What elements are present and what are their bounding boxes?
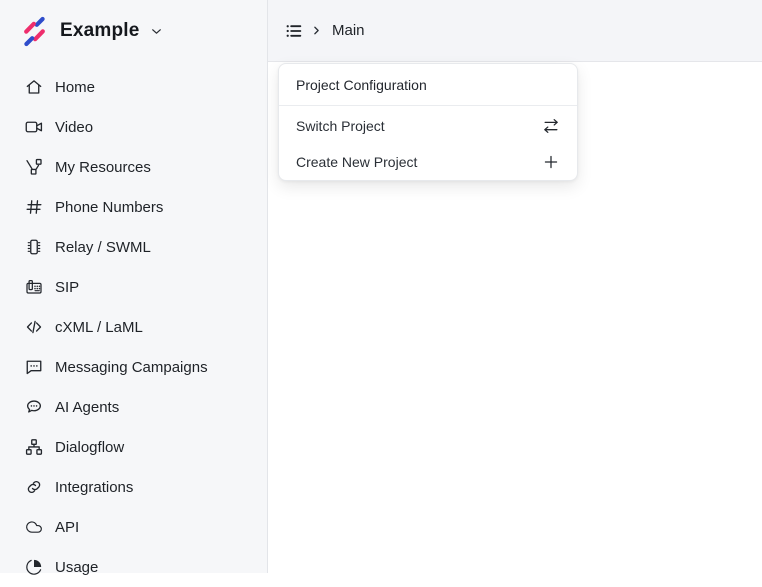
sidebar-item-api[interactable]: API [0, 507, 267, 547]
sidebar-item-label: SIP [55, 279, 79, 296]
chevron-down-icon [149, 24, 164, 39]
sidebar-item-cxml-laml[interactable]: cXML / LaML [0, 307, 267, 347]
project-selector[interactable]: Example [0, 0, 267, 62]
home-icon [24, 77, 44, 97]
sidebar-item-label: API [55, 519, 79, 536]
brand-logo-icon [22, 16, 47, 47]
sidebar-item-relay-swml[interactable]: Relay / SWML [0, 227, 267, 267]
sidebar-item-label: Dialogflow [55, 439, 124, 456]
project-configuration-item[interactable]: Project Configuration [279, 64, 577, 105]
sidebar-item-my-resources[interactable]: My Resources [0, 147, 267, 187]
sidebar-item-label: AI Agents [55, 399, 119, 416]
sidebar-item-ai-agents[interactable]: AI Agents [0, 387, 267, 427]
sidebar-item-dialogflow[interactable]: Dialogflow [0, 427, 267, 467]
sidebar-item-video[interactable]: Video [0, 107, 267, 147]
swap-arrows-icon [542, 117, 560, 135]
create-new-project-item[interactable]: Create New Project [279, 144, 577, 180]
chip-icon [24, 237, 44, 257]
resources-nodes-icon [24, 157, 44, 177]
chat-bubble-icon [24, 397, 44, 417]
hash-icon [24, 197, 44, 217]
list-icon[interactable] [285, 22, 303, 40]
menu-item-label: Switch Project [296, 118, 385, 134]
sidebar-item-home[interactable]: Home [0, 67, 267, 107]
brand-name: Example [60, 20, 140, 42]
link-icon [24, 477, 44, 497]
sidebar-item-usage[interactable]: Usage [0, 547, 267, 587]
menu-item-label: Create New Project [296, 154, 417, 170]
sidebar-item-sip[interactable]: SIP [0, 267, 267, 307]
sidebar-item-label: cXML / LaML [55, 319, 143, 336]
cloud-icon [24, 517, 44, 537]
pie-chart-icon [24, 557, 44, 577]
message-square-icon [24, 357, 44, 377]
sitemap-icon [24, 437, 44, 457]
sidebar-item-label: Video [55, 119, 93, 136]
sidebar-item-label: Integrations [55, 479, 133, 496]
sidebar-item-label: My Resources [55, 159, 151, 176]
sidebar-item-messaging-campaigns[interactable]: Messaging Campaigns [0, 347, 267, 387]
topbar: Main [268, 0, 762, 62]
plus-icon [542, 153, 560, 171]
code-brackets-icon [24, 317, 44, 337]
switch-project-item[interactable]: Switch Project [279, 106, 577, 144]
sidebar-item-integrations[interactable]: Integrations [0, 467, 267, 507]
sidebar-item-label: Home [55, 79, 95, 96]
sidebar-nav: Home Video My Resources Phone Numbers [0, 62, 267, 587]
chevron-right-icon [310, 24, 323, 37]
sidebar-item-label: Messaging Campaigns [55, 359, 208, 376]
sidebar-item-label: Relay / SWML [55, 239, 151, 256]
sidebar-item-label: Phone Numbers [55, 199, 163, 216]
project-menu: Project Configuration Switch Project Cre… [278, 63, 578, 181]
sidebar: Example Home Video [0, 0, 268, 573]
breadcrumb-current[interactable]: Main [332, 22, 365, 39]
video-camera-icon [24, 117, 44, 137]
sidebar-item-phone-numbers[interactable]: Phone Numbers [0, 187, 267, 227]
desk-phone-icon [24, 277, 44, 297]
